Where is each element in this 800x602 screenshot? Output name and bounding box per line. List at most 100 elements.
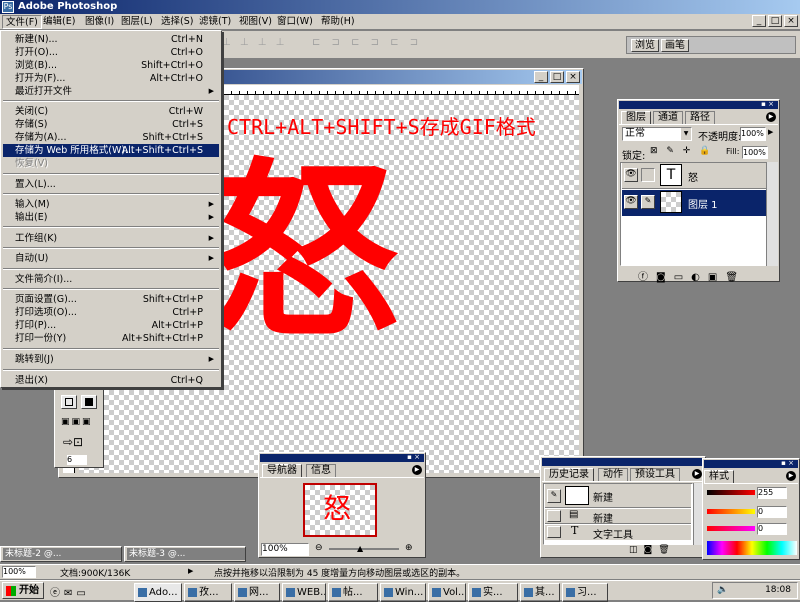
taskbar-button[interactable]: Ado... [134,583,182,602]
ie-icon[interactable]: ⓔ [50,588,64,599]
menu-item-print[interactable]: 打印(P)... Alt+Ctrl+P [3,319,219,332]
menu-filter[interactable]: 滤镜(T) [196,15,234,29]
tab-history[interactable]: 历史记录 [544,468,594,481]
doc-minimize-button[interactable]: _ [534,71,548,83]
zoom-out-icon[interactable]: ⊖ [315,543,323,553]
new-doc-from-state-icon[interactable]: ◫ [629,545,644,555]
panel-menu-arrow-icon[interactable]: ▶ [692,469,702,479]
menu-item-save-as[interactable]: 存储为(A)... Shift+Ctrl+S [3,131,219,144]
trash-icon[interactable]: 🗑 [725,272,746,283]
blue-input[interactable]: 0 [757,523,787,535]
history-brush-icon[interactable]: ✎ [547,489,561,503]
start-button[interactable]: 开始 [2,582,44,599]
red-input[interactable]: 255 [757,487,787,499]
menu-view[interactable]: 视图(V) [236,15,275,29]
jump-to-imageready-icon[interactable]: ⇨⊡ [63,435,83,449]
fill-input[interactable]: 100% [742,146,768,159]
menu-item-automate[interactable]: 自动(U) ▶ [3,252,219,265]
history-item[interactable]: ▤ 新建 [545,509,691,525]
menu-item-workgroup[interactable]: 工作组(K) ▶ [3,232,219,245]
taskbar-button[interactable]: Win... [380,583,426,602]
layers-scrollbar[interactable] [766,162,778,266]
quickmask-mode-button[interactable] [81,395,97,409]
outlook-icon[interactable]: ✉ [64,588,76,599]
snapshot-icon[interactable]: ◙ [644,545,659,555]
menu-help[interactable]: 帮助(H) [318,15,358,29]
zoom-slider-thumb[interactable]: ▲ [357,544,363,553]
adjustment-icon[interactable]: ◐ [691,272,708,283]
layer-style-icon[interactable]: ⓕ [638,272,656,283]
menu-item-save-for-web[interactable]: 存储为 Web 所用格式(W)... Alt+Shift+Ctrl+S [3,144,219,157]
red-slider[interactable] [707,490,755,495]
eye-icon[interactable]: 👁 [624,168,638,182]
tab-info[interactable]: 信息 [306,464,336,477]
menu-item-open[interactable]: 打开(O)... Ctrl+O [3,46,219,59]
standard-mode-button[interactable] [61,395,77,409]
palette-well-tab-browse[interactable]: 浏览 [631,39,659,52]
taskbar-button[interactable]: 其... [520,583,560,602]
layer-row[interactable]: 👁 ✎ 图层 1 [622,190,775,216]
doc-maximize-button[interactable]: □ [550,71,564,83]
blend-mode-select[interactable]: 正常 ▼ [622,127,692,141]
menu-item-recent[interactable]: 最近打开文件 ▶ [3,85,219,98]
taskbar-button[interactable]: 帖... [328,583,378,602]
status-arrow-icon[interactable]: ▶ [188,567,193,575]
taskbar-button[interactable]: WEB... [282,583,326,602]
menu-item-file-info[interactable]: 文件简介(I)... [3,273,219,286]
volume-icon[interactable]: 🔈 [717,585,728,595]
menu-item-jump-to[interactable]: 跳转到(J) ▶ [3,353,219,366]
mask-icon[interactable]: ◙ [656,272,674,283]
history-state-slot[interactable] [547,526,561,538]
new-set-icon[interactable]: ▭ [674,272,691,283]
menu-item-print-one[interactable]: 打印一份(Y) Alt+Shift+Ctrl+P [3,332,219,345]
tab-navigator[interactable]: 导航器 [262,464,302,477]
tab-channels[interactable]: 通道 [653,111,683,124]
menu-item-print-options[interactable]: 打印选项(O)... Ctrl+P [3,306,219,319]
minimize-button[interactable]: _ [752,15,766,27]
blue-slider[interactable] [707,526,755,531]
menu-item-new[interactable]: 新建(N)... Ctrl+N [3,33,219,46]
menu-edit[interactable]: 编辑(E) [40,15,78,29]
tab-styles[interactable]: 样式 [704,470,734,483]
navigator-zoom-input[interactable]: 100% [261,543,309,556]
screen-mode-buttons[interactable]: ▣▣▣ [61,417,93,427]
opacity-arrow-icon[interactable]: ▶ [768,128,773,136]
taskbar-button[interactable]: 实... [468,583,518,602]
history-state-slot[interactable] [547,510,561,522]
menu-window[interactable]: 窗口(W) [274,15,316,29]
menu-item-exit[interactable]: 退出(X) Ctrl+Q [3,374,219,387]
minimized-doc[interactable]: 未标题-3 @... [124,546,246,562]
status-zoom[interactable]: 100% [2,566,36,578]
trash-icon[interactable]: 🗑 [658,545,675,555]
tab-paths[interactable]: 路径 [685,111,715,124]
tab-actions[interactable]: 动作 [598,468,628,481]
taskbar-button[interactable]: 网... [234,583,280,602]
menu-image[interactable]: 图像(I) [82,15,117,29]
menu-item-open-as[interactable]: 打开为(F)... Alt+Ctrl+O [3,72,219,85]
green-input[interactable]: 0 [757,506,787,518]
green-slider[interactable] [707,509,755,514]
panel-menu-arrow-icon[interactable]: ▶ [766,112,776,122]
new-layer-icon[interactable]: ▣ [708,272,725,283]
taskbar-button[interactable]: Vol... [428,583,466,602]
menu-item-close[interactable]: 关闭(C) Ctrl+W [3,105,219,118]
opacity-input[interactable]: 100% [740,127,766,141]
doc-close-button[interactable]: × [566,71,580,83]
layer-link-slot[interactable] [641,168,655,182]
minimized-doc[interactable]: 未标题-2 @... [0,546,122,562]
color-ramp[interactable] [707,541,797,555]
layer-row[interactable]: 👁 T 怒 [622,163,775,189]
palette-well-tab-brushes[interactable]: 画笔 [661,39,689,52]
close-button[interactable]: × [784,15,798,27]
panel-menu-arrow-icon[interactable]: ▶ [786,471,796,481]
lock-icons[interactable]: ⊠ ✎ ✛ 🔒 [650,146,713,156]
eye-icon[interactable]: 👁 [624,195,638,209]
menu-item-place[interactable]: 置入(L)... [3,178,219,191]
history-snapshot[interactable]: ✎ 新建 [545,484,691,508]
desktop-icon[interactable]: ▭ [76,588,89,599]
history-item[interactable]: T 文字工具 [545,524,691,541]
menu-item-save[interactable]: 存储(S) Ctrl+S [3,118,219,131]
panel-menu-arrow-icon[interactable]: ▶ [412,465,422,475]
zoom-in-icon[interactable]: ⊕ [405,543,413,553]
status-doc-size[interactable]: 文档:900K/136K [60,566,130,579]
